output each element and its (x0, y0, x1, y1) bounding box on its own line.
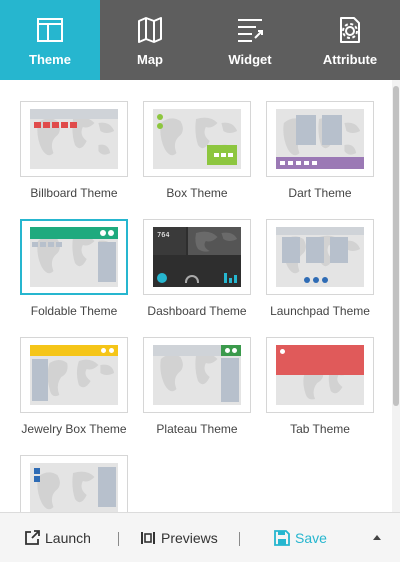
previews-icon (140, 530, 156, 546)
theme-card-jewelry-box[interactable]: Jewelry Box Theme (20, 337, 128, 438)
theme-label: Foldable Theme (30, 304, 118, 318)
widget-icon (236, 16, 264, 44)
theme-thumbnail: 764 (143, 219, 251, 295)
save-label: Save (295, 530, 327, 546)
external-link-icon (24, 530, 40, 546)
tab-map-label: Map (137, 52, 163, 67)
theme-thumbnail (266, 219, 374, 295)
theme-gallery: Billboard Theme Box Theme Dart Theme Fol… (0, 80, 392, 512)
tab-attribute-label: Attribute (322, 52, 378, 67)
tab-map[interactable]: Map (100, 0, 200, 80)
theme-icon (36, 16, 64, 44)
theme-card-dart[interactable]: Dart Theme (266, 101, 374, 202)
theme-card-foldable[interactable]: Foldable Theme (20, 219, 128, 320)
save-options-caret-icon[interactable] (373, 535, 381, 540)
theme-card-partial[interactable] (20, 455, 128, 512)
theme-thumbnail (266, 337, 374, 413)
map-icon (136, 16, 164, 44)
previews-label: Previews (161, 530, 218, 546)
tab-attribute[interactable]: Attribute (300, 0, 400, 80)
theme-label: Box Theme (166, 186, 228, 200)
theme-thumbnail (266, 101, 374, 177)
top-tab-bar: Theme Map Widget Attribute (0, 0, 400, 80)
separator (118, 532, 119, 546)
separator (239, 532, 240, 546)
theme-label: Tab Theme (290, 422, 350, 436)
tab-theme[interactable]: Theme (0, 0, 100, 80)
theme-thumbnail (143, 101, 251, 177)
theme-thumbnail (20, 455, 128, 512)
launch-label: Launch (45, 530, 91, 546)
tab-widget-label: Widget (228, 52, 272, 67)
theme-thumbnail (20, 219, 128, 295)
tab-theme-label: Theme (29, 52, 71, 67)
theme-thumbnail (143, 337, 251, 413)
theme-label: Dart Theme (288, 186, 352, 200)
theme-label: Launchpad Theme (270, 304, 370, 318)
theme-label: Dashboard Theme (147, 304, 247, 318)
theme-card-plateau[interactable]: Plateau Theme (143, 337, 251, 438)
theme-card-dashboard[interactable]: 764 Dashboard Theme (143, 219, 251, 320)
theme-thumbnail (20, 101, 128, 177)
save-button[interactable]: Save (274, 513, 327, 562)
tab-widget[interactable]: Widget (200, 0, 300, 80)
theme-label: Jewelry Box Theme (21, 422, 127, 436)
theme-card-billboard[interactable]: Billboard Theme (20, 101, 128, 202)
launch-button[interactable]: Launch (24, 513, 91, 562)
vertical-scrollbar[interactable] (392, 80, 400, 512)
theme-label: Plateau Theme (156, 422, 238, 436)
theme-thumbnail (20, 337, 128, 413)
theme-card-launchpad[interactable]: Launchpad Theme (266, 219, 374, 320)
theme-card-tab[interactable]: Tab Theme (266, 337, 374, 438)
previews-button[interactable]: Previews (140, 513, 218, 562)
bottom-toolbar: Launch Previews Save (0, 512, 400, 562)
scrollbar-thumb[interactable] (393, 86, 399, 406)
attribute-icon (336, 16, 364, 44)
theme-label: Billboard Theme (30, 186, 118, 200)
theme-card-box[interactable]: Box Theme (143, 101, 251, 202)
save-icon (274, 530, 290, 546)
